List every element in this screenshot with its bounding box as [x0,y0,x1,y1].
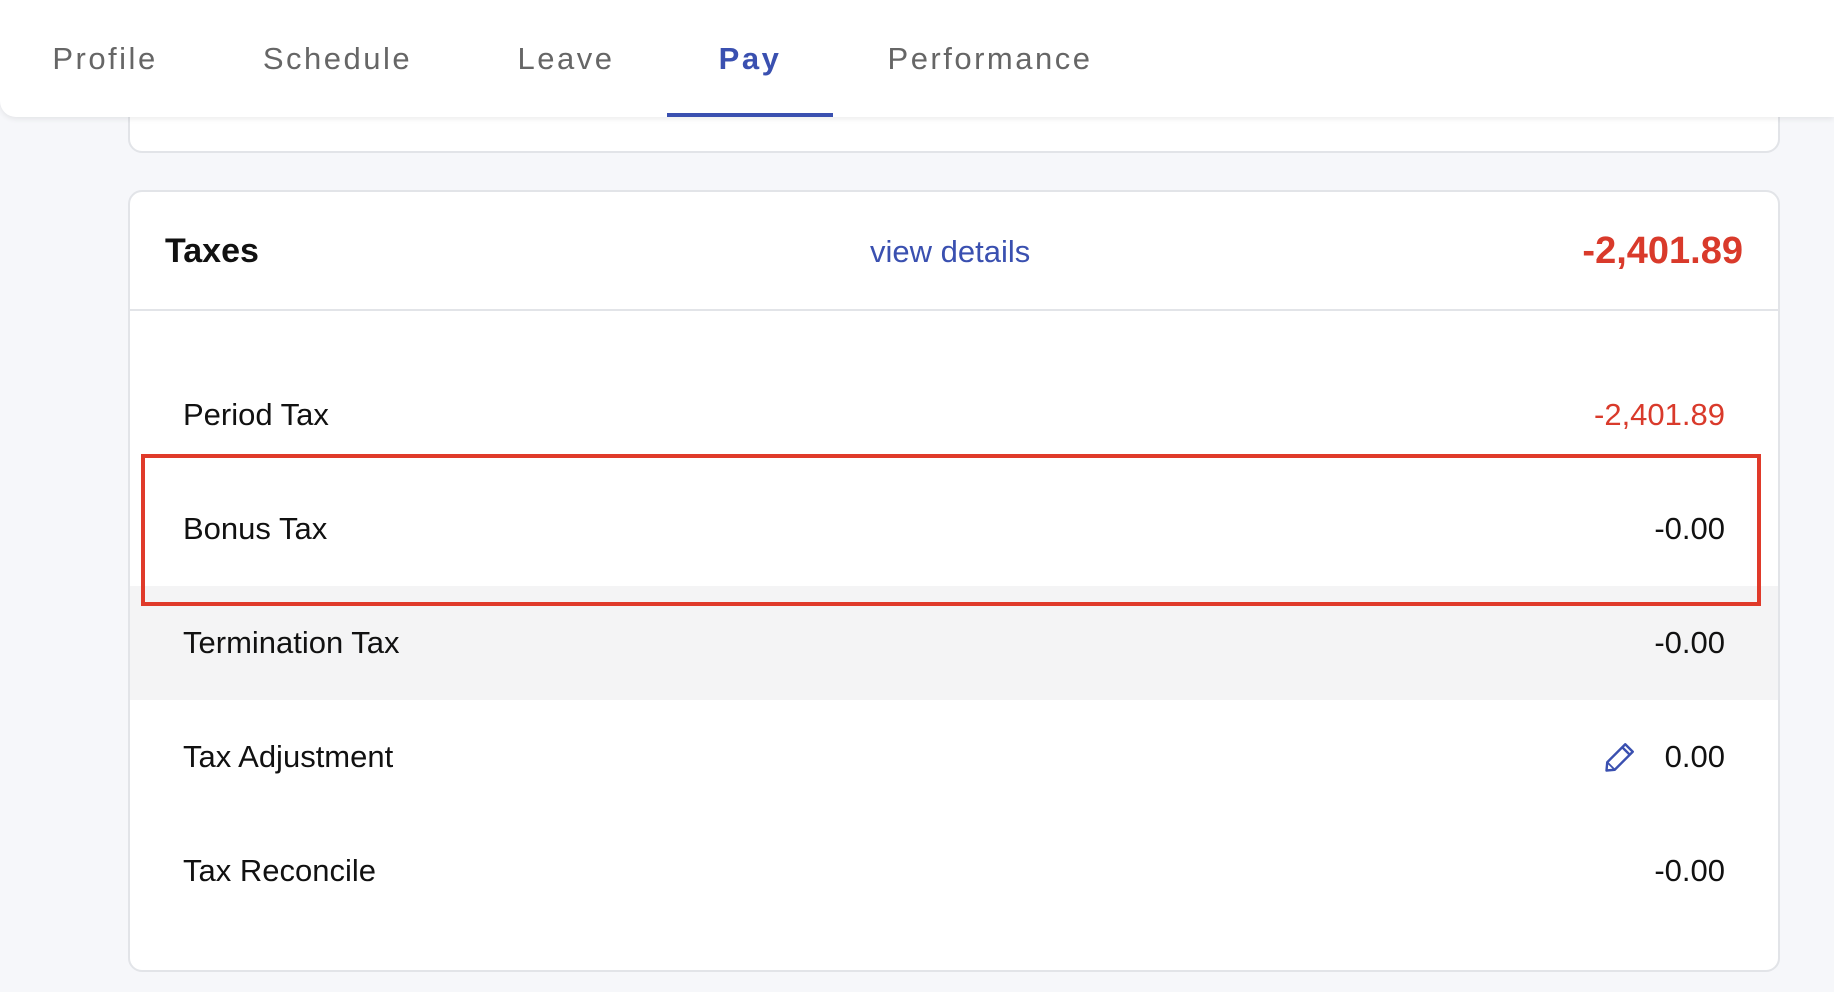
tab-schedule[interactable]: Schedule [255,0,420,117]
tax-row-termination-tax: Termination Tax -0.00 [130,586,1778,700]
tax-row-label: Tax Reconcile [183,853,376,888]
tax-row-tax-reconcile: Tax Reconcile -0.00 [130,814,1778,928]
tax-row-value: -2,401.89 [1594,397,1725,432]
taxes-header: Taxes view details -2,401.89 [130,192,1778,311]
tax-row-tax-adjustment: Tax Adjustment 0.00 [130,700,1778,814]
tab-leave[interactable]: Leave [510,0,622,117]
tax-row-value: -0.00 [1654,511,1725,546]
tax-row-period-tax: Period Tax -2,401.89 [130,358,1778,472]
tax-row-value: 0.00 [1664,739,1725,774]
taxes-card: Taxes view details -2,401.89 Period Tax … [128,190,1780,972]
taxes-total: -2,401.89 [1582,230,1743,272]
taxes-title: Taxes [165,232,259,270]
tax-row-bonus-tax: Bonus Tax -0.00 [130,472,1778,586]
tab-leave-label: Leave [517,40,615,76]
tax-row-value: -0.00 [1654,625,1725,660]
tax-row-label: Bonus Tax [183,511,328,546]
view-details-link[interactable]: view details [870,192,1070,311]
tax-row-value: -0.00 [1654,853,1725,888]
tab-profile-label: Profile [52,40,158,76]
tab-performance-label: Performance [887,40,1093,76]
tab-schedule-label: Schedule [262,40,413,76]
pencil-icon[interactable] [1602,739,1638,775]
tax-row-label: Tax Adjustment [183,739,394,774]
tax-row-label: Termination Tax [183,625,400,660]
tab-pay-label: Pay [718,40,782,76]
tab-pay[interactable]: Pay [667,0,833,117]
tax-row-label: Period Tax [183,397,329,432]
tab-performance[interactable]: Performance [880,0,1100,117]
tab-bar: Profile Schedule Leave Pay Performance [0,0,1834,117]
tab-profile[interactable]: Profile [40,0,170,117]
active-tab-indicator [667,113,833,117]
